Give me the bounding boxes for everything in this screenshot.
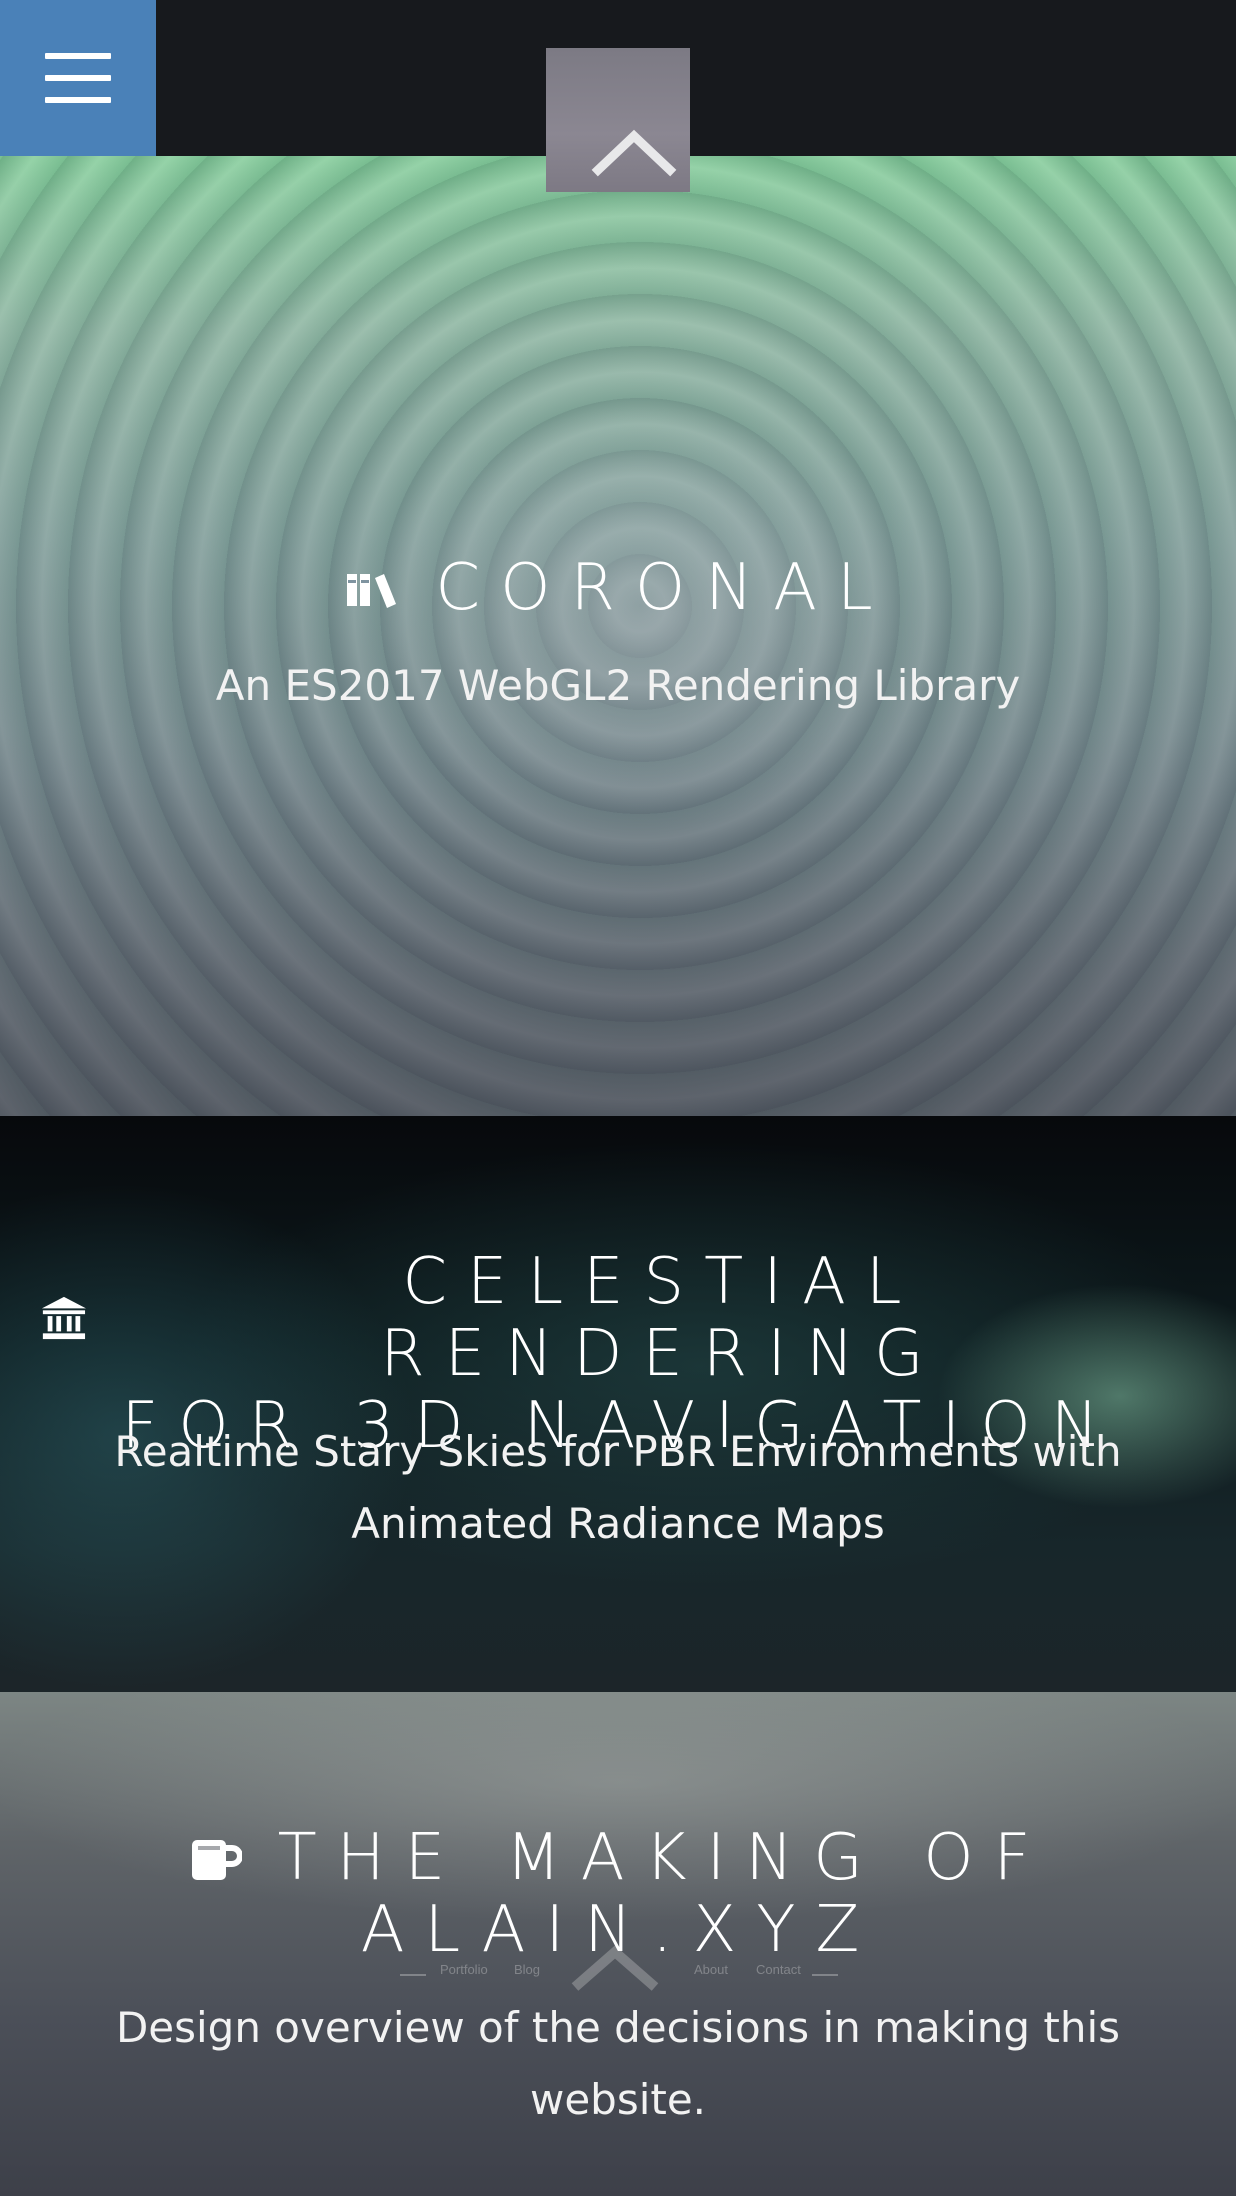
project-subtitle-line1: Design overview of the decisions in maki…: [115, 2003, 1121, 2052]
project-subtitle-line2: Animated Radiance Maps: [351, 1499, 885, 1548]
hamburger-icon-line: [45, 97, 111, 103]
institution-icon: [41, 1296, 87, 1340]
logo-home-button[interactable]: [546, 48, 690, 192]
project-title-line1: CELESTIAL RENDERING: [380, 1245, 944, 1391]
chevron-up-icon: [591, 129, 677, 177]
menu-button[interactable]: [0, 0, 156, 156]
project-title-line2: ALAIN.XYZ: [360, 1893, 880, 1967]
project-card-making-of-alain-xyz[interactable]: Portfolio Blog About Contact THE MAKING …: [0, 1692, 1236, 2196]
project-subtitle-line2: website.: [529, 2075, 707, 2124]
mug-icon: [191, 1840, 242, 1880]
project-card-coronal[interactable]: CORONAL An ES2017 WebGL2 Rendering Libra…: [0, 156, 1236, 1116]
project-card-celestial-rendering[interactable]: CELESTIAL RENDERING FOR 3D NAVIGATION Re…: [0, 1116, 1236, 1692]
project-title-line1: THE MAKING OF: [277, 1821, 1051, 1895]
project-subtitle-line1: Realtime Stary Skies for PBR Environment…: [114, 1427, 1122, 1476]
project-subtitle: An ES2017 WebGL2 Rendering Library: [215, 661, 1021, 710]
hamburger-icon-line: [45, 75, 111, 81]
hamburger-icon-line: [45, 53, 111, 59]
project-title: CORONAL: [435, 551, 893, 625]
books-icon: [347, 574, 397, 608]
